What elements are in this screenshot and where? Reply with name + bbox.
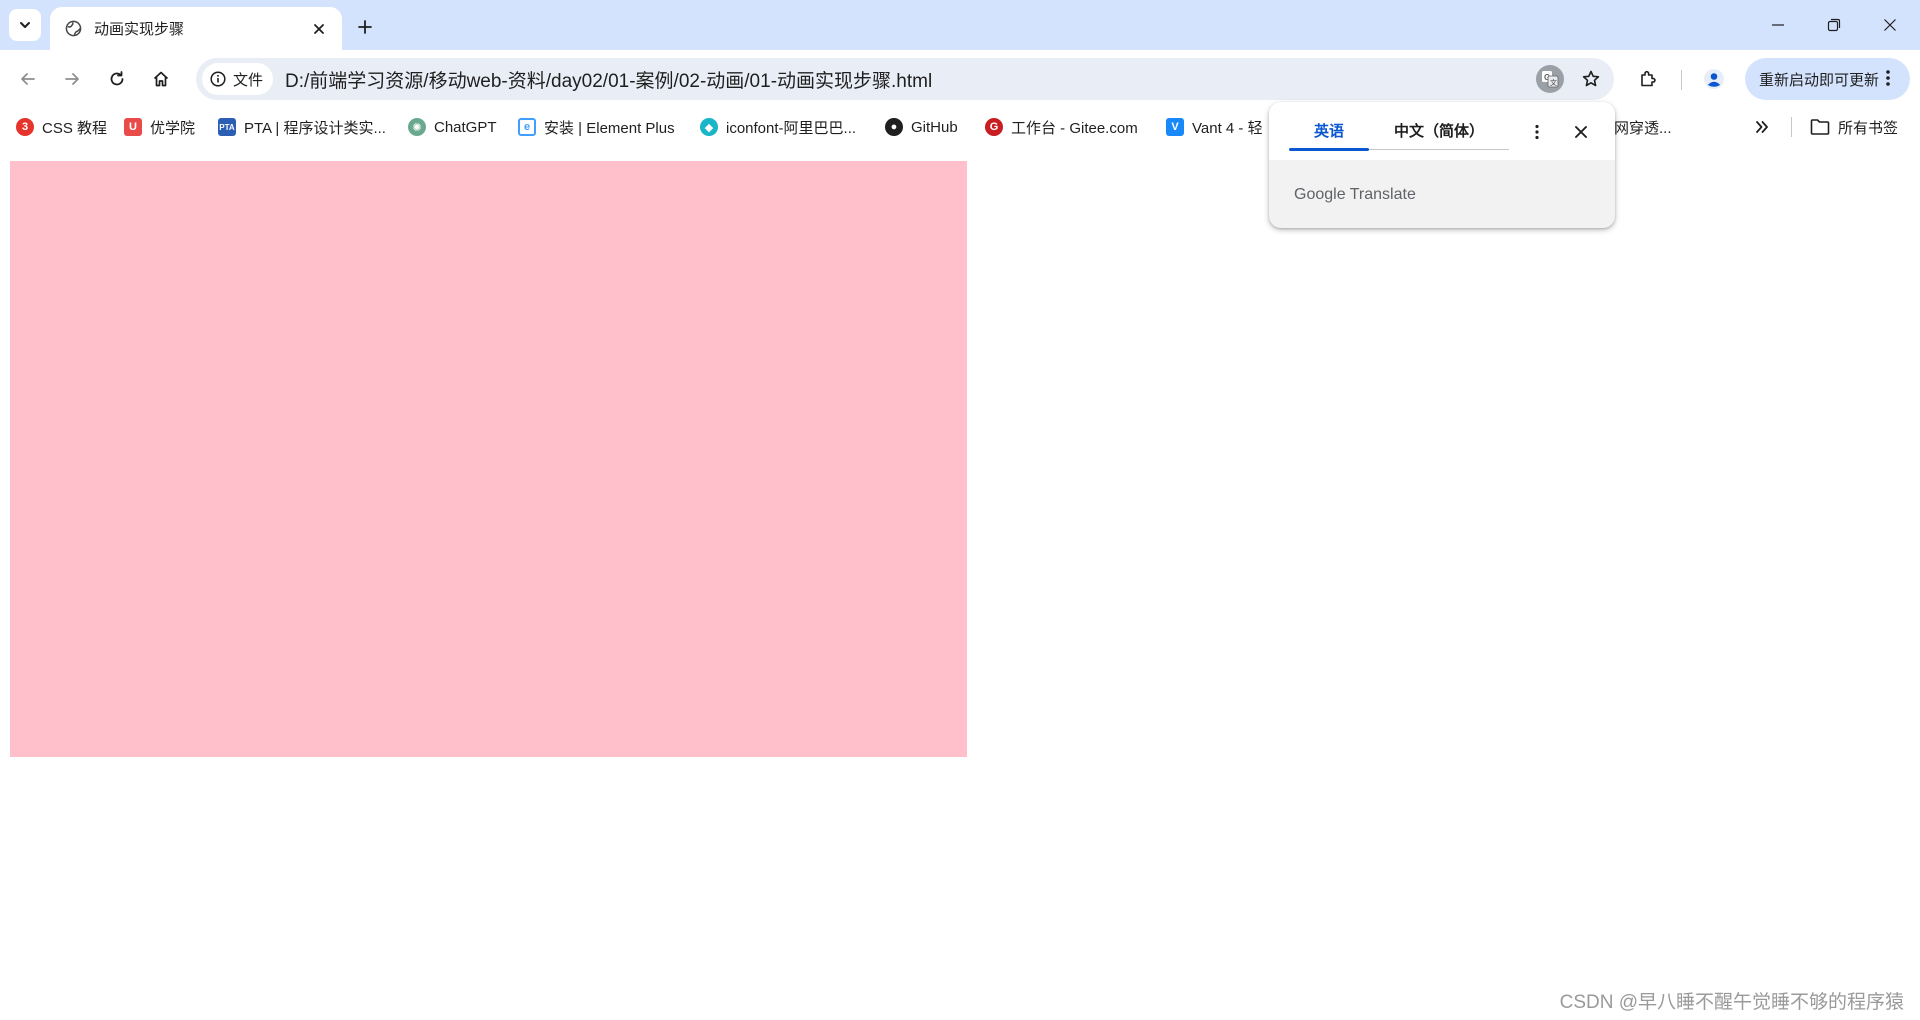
bookmark-iconfont[interactable]: ◆ iconfont-阿里巴巴... — [700, 115, 856, 139]
bookmark-github[interactable]: ● GitHub — [885, 115, 958, 139]
iconfont-icon: ◆ — [700, 118, 718, 136]
bookmark-gitee[interactable]: G 工作台 - Gitee.com — [985, 115, 1138, 139]
forward-button[interactable] — [54, 61, 90, 97]
update-button[interactable]: 重新启动即可更新 — [1745, 58, 1910, 100]
bookmark-label: 网穿透... — [1614, 119, 1672, 137]
close-window-button[interactable] — [1870, 8, 1910, 42]
bookmark-youxueyuan[interactable]: U 优学院 — [124, 115, 195, 139]
home-icon — [153, 71, 169, 87]
active-tab-indicator — [1289, 148, 1369, 151]
google-translate-label: Google Translate — [1294, 186, 1416, 203]
plus-icon — [358, 20, 372, 34]
info-icon — [210, 71, 226, 87]
more-vert-icon[interactable] — [1876, 66, 1900, 90]
github-icon: ● — [885, 118, 903, 136]
bookmark-label: GitHub — [911, 118, 958, 136]
double-chevron-right-icon — [1756, 121, 1768, 133]
bookmark-vant[interactable]: V Vant 4 - 轻 — [1166, 115, 1263, 139]
url-text[interactable]: D:/前端学习资源/移动web-资料/day02/01-案例/02-动画/01-… — [285, 66, 1536, 93]
extensions-button[interactable] — [1630, 61, 1666, 97]
youxueyuan-icon: U — [124, 118, 142, 136]
translate-popup-header: 英语 中文（简体） — [1269, 102, 1615, 160]
reload-button[interactable] — [99, 61, 135, 97]
bookmark-label: PTA | 程序设计类实... — [244, 119, 386, 137]
home-button[interactable] — [143, 61, 179, 97]
more-bookmarks-button[interactable] — [1748, 115, 1776, 139]
folder-icon — [1810, 119, 1830, 135]
bookmark-network-tunnel[interactable]: 网穿透... — [1614, 115, 1672, 139]
arrow-left-icon — [21, 73, 35, 85]
bookmark-label: Vant 4 - 轻 — [1192, 119, 1263, 137]
close-icon — [1575, 126, 1587, 138]
all-bookmarks-label: 所有书签 — [1838, 119, 1899, 137]
bookmark-css-tutorial[interactable]: 3 CSS 教程 — [16, 115, 107, 139]
svg-text:文: 文 — [1550, 78, 1557, 87]
active-tab[interactable]: 动画实现步骤 — [50, 7, 342, 50]
pta-icon: PTA — [218, 118, 236, 136]
translate-icon: G 文 — [1542, 71, 1559, 88]
bookmark-chatgpt[interactable]: ✺ ChatGPT — [408, 115, 497, 139]
more-vert-icon — [1535, 124, 1539, 140]
bookmarks-divider — [1791, 117, 1792, 137]
chatgpt-icon: ✺ — [408, 118, 426, 136]
pink-box — [10, 161, 967, 757]
arrow-right-icon — [65, 73, 79, 85]
toolbar-divider — [1681, 70, 1682, 90]
translate-button[interactable]: G 文 — [1536, 65, 1564, 93]
element-plus-icon: e — [518, 118, 536, 136]
tab-strip: 动画实现步骤 — [0, 0, 1920, 50]
update-button-label: 重新启动即可更新 — [1759, 71, 1880, 89]
bookmark-pta[interactable]: PTA PTA | 程序设计类实... — [218, 115, 386, 139]
restore-icon — [1827, 18, 1841, 32]
tab-search-button[interactable] — [9, 9, 41, 41]
restore-button[interactable] — [1814, 8, 1854, 42]
gitee-icon: G — [985, 118, 1003, 136]
bookmark-star-button[interactable] — [1574, 62, 1608, 96]
bookmarks-bar: 3 CSS 教程 U 优学院 PTA PTA | 程序设计类实... ✺ Cha… — [0, 107, 1920, 145]
tab-title: 动画实现步骤 — [94, 21, 185, 38]
site-chip-label: 文件 — [233, 71, 264, 89]
translate-close-button[interactable] — [1567, 118, 1595, 146]
minimize-button[interactable] — [1758, 8, 1798, 42]
reload-icon — [110, 71, 124, 86]
bookmark-label: 工作台 - Gitee.com — [1011, 119, 1138, 137]
tab-target-language[interactable]: 中文（简体） — [1369, 120, 1509, 144]
tab-source-language[interactable]: 英语 — [1289, 120, 1369, 144]
css-tutorial-icon: 3 — [16, 118, 34, 136]
address-bar[interactable]: 文件 D:/前端学习资源/移动web-资料/day02/01-案例/02-动画/… — [196, 58, 1614, 100]
bookmark-element-plus[interactable]: e 安装 | Element Plus — [518, 115, 675, 139]
tab-baseline — [1369, 149, 1509, 150]
profile-button[interactable] — [1696, 61, 1732, 97]
bookmark-label: 安装 | Element Plus — [544, 119, 675, 137]
avatar-icon — [1704, 69, 1724, 89]
bookmark-label: ChatGPT — [434, 118, 497, 136]
site-info-chip[interactable]: 文件 — [202, 63, 274, 95]
bookmark-label: 优学院 — [150, 119, 196, 137]
bookmark-label: iconfont-阿里巴巴... — [726, 119, 857, 137]
toolbar: 文件 D:/前端学习资源/移动web-资料/day02/01-案例/02-动画/… — [0, 50, 1920, 107]
globe-icon — [64, 20, 82, 38]
bookmark-label: CSS 教程 — [42, 119, 108, 137]
minimize-icon — [1772, 24, 1784, 26]
back-button[interactable] — [10, 61, 46, 97]
translate-popup: 英语 中文（简体） Google Translate — [1269, 102, 1615, 228]
new-tab-button[interactable] — [350, 12, 380, 42]
translate-options-button[interactable] — [1523, 118, 1551, 146]
close-icon — [1884, 19, 1896, 31]
puzzle-icon — [1641, 70, 1656, 87]
vant-icon: V — [1166, 118, 1184, 136]
all-bookmarks-button[interactable]: 所有书签 — [1810, 115, 1898, 139]
chevron-down-icon — [20, 22, 30, 28]
watermark: CSDN @早八睡不醒午觉睡不够的程序猿 — [1559, 992, 1904, 1013]
star-icon — [1582, 70, 1600, 87]
tab-close-icon[interactable] — [308, 18, 330, 40]
